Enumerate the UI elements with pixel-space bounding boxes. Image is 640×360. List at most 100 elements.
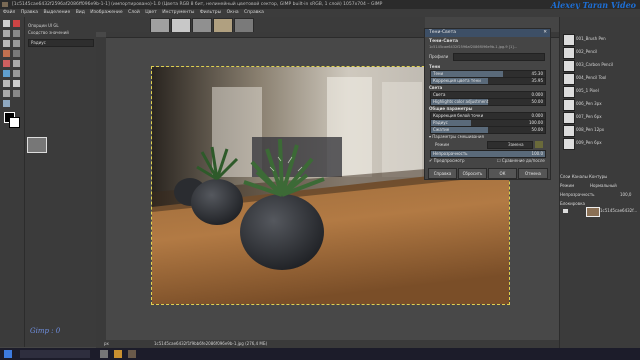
gimp-app-icon [2,2,8,7]
menu-help[interactable]: Справка [244,10,264,15]
ok-button[interactable]: ОК [488,168,517,179]
menu-select[interactable]: Выделение [43,10,70,15]
dialog-subheading: 1c5145cae6432f2596af2086f096e9b-1.jpg-9 … [429,45,518,49]
brush-swatch [563,138,575,150]
taskbar-folder-icon[interactable] [114,350,122,358]
menu-color[interactable]: Цвет [145,10,157,15]
mode-dropdown-label: Радиус [31,40,46,45]
layer-name: 1c5145cae6432f... [600,208,638,213]
cancel-button[interactable]: Отмена [518,168,548,179]
menu-tools[interactable]: Инструменты [162,10,194,15]
blend-mode-label: Режим [435,142,450,147]
layer-item[interactable]: 1c5145cae6432f... [560,206,640,217]
gimp-status-overlay: Gimp : 0 [30,327,61,335]
presets-dropdown[interactable] [453,53,545,61]
shadows-section-label: Тени [429,64,441,69]
highlights-color-slider[interactable]: Highlights color adjustment 50.00 [430,98,546,106]
blend-section-text: Параметры смешивания [432,134,484,139]
brush-swatch [563,47,575,59]
compress-slider[interactable]: Сжатие 50.00 [430,126,546,134]
paintbrush-icon[interactable] [3,60,10,67]
text-tool-icon[interactable] [13,80,20,87]
eraser-icon[interactable] [13,60,20,67]
menu-edit[interactable]: Правка [21,10,38,15]
brush-name: 004_Pencil Tool [576,75,607,80]
preview-label: Предпросмотр [433,158,465,163]
measure-icon[interactable] [3,100,10,107]
move-tool-icon[interactable] [3,20,10,27]
slider-label: Highlights color adjustment [433,99,489,104]
brush-item[interactable]: 009_Pen 6px [563,137,639,150]
brush-item[interactable]: 003_Carbon Pencil [563,59,639,72]
brush-item[interactable]: 008_Pen 12px [563,124,639,137]
layer-thumbnail [586,207,600,217]
taskbar-app-icon[interactable] [100,350,108,358]
blend-mode-dropdown[interactable]: Замена [487,141,533,149]
presets-label: Профили [429,54,449,59]
os-taskbar [0,348,640,360]
path-icon[interactable] [3,80,10,87]
close-icon[interactable]: ✕ [543,29,547,37]
tab-paths[interactable]: Контуры [589,174,607,179]
clone-icon[interactable] [3,70,10,77]
layer-opacity-value[interactable]: 100,0 [620,190,631,199]
start-icon[interactable] [4,350,12,358]
bucket-fill-icon[interactable] [13,50,20,57]
lasso-icon[interactable] [13,30,20,37]
tab-channels[interactable]: Каналы [572,174,588,179]
split-view-label: Сравнение до/после [501,158,545,163]
help-button[interactable]: Справка [428,168,457,179]
layer-opacity-label: Непрозрачность [560,192,595,197]
image-tab-4[interactable] [213,18,233,33]
menu-view[interactable]: Вид [76,10,85,15]
eyedropper-icon[interactable] [3,90,10,97]
split-view-checkbox[interactable]: ☐ Сравнение до/после [497,158,545,163]
brush-swatch [563,60,575,72]
layer-mode-dropdown[interactable]: Нормальный [590,181,617,190]
preview-checkbox[interactable]: ✔ Предпросмотр [429,158,465,163]
align-tool-icon[interactable] [13,20,20,27]
dialog-titlebar: Тени-Света ✕ [425,29,550,37]
image-tab-2[interactable] [171,18,191,33]
blend-options-icon[interactable] [535,141,543,148]
reset-button[interactable]: Сбросить [458,168,487,179]
image-tab-1[interactable] [150,18,170,33]
menu-image[interactable]: Изображение [90,10,122,15]
brush-item[interactable]: 007_Pen 6px [563,111,639,124]
warp-icon[interactable] [3,50,10,57]
image-tab-5[interactable] [234,18,254,33]
taskbar-gimp-icon[interactable] [128,350,136,358]
taskbar-search[interactable] [20,350,90,358]
image-thumbnail[interactable] [27,137,47,153]
brush-swatch [563,34,575,46]
mode-dropdown[interactable]: Радиус [28,39,94,47]
slider-label: Сжатие [433,127,450,132]
shadows-color-slider[interactable]: Коррекция цвета тени 35.95 [430,77,546,85]
brush-swatch [563,86,575,98]
unit-selector[interactable]: px [104,340,109,348]
menu-filters[interactable]: Фильтры [200,10,221,15]
menu-windows[interactable]: Окна [227,10,239,15]
zoom-icon[interactable] [13,90,20,97]
brush-item[interactable]: 002_Pencil [563,46,639,59]
menu-layer[interactable]: Слой [128,10,140,15]
transform-icon[interactable] [13,40,20,47]
brush-item[interactable]: 005_1 Pixel [563,85,639,98]
rect-select-icon[interactable] [3,30,10,37]
slider-value: 50.00 [531,99,543,104]
layer-mode-row: Режим Нормальный [560,181,640,190]
brush-item[interactable]: 006_Pen 3px [563,98,639,111]
brush-name: 007_Pen 6px [576,114,602,119]
opacity-slider[interactable]: Непрозрачность 100.0 [430,150,546,158]
menu-file[interactable]: Файл [3,10,15,15]
crop-icon[interactable] [3,40,10,47]
brush-item[interactable]: 001_Brush Pen [563,33,639,46]
tab-layers[interactable]: Слои [560,174,570,179]
dialog-heading: Тени-Света [429,39,459,44]
brush-name: 006_Pen 3px [576,101,602,106]
background-color-swatch[interactable] [9,117,20,128]
image-tab-3[interactable] [192,18,212,33]
brush-item[interactable]: 004_Pencil Tool [563,72,639,85]
smudge-icon[interactable] [13,70,20,77]
eye-icon[interactable] [563,209,568,213]
